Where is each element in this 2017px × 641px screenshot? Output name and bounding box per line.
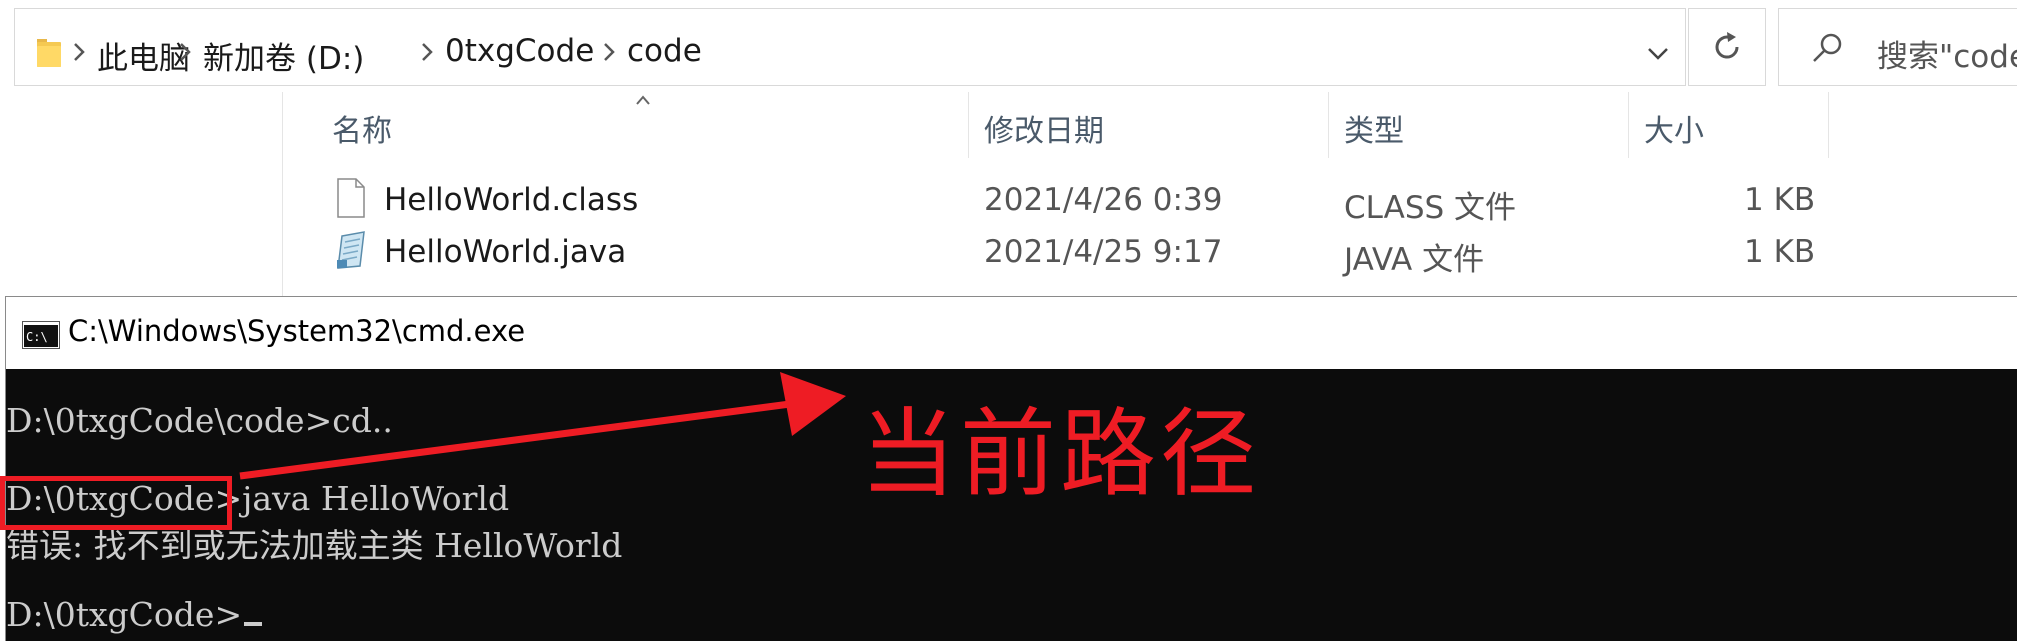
java-file-icon — [337, 231, 365, 269]
console-line: D:\0txgCode\code>cd.. — [6, 401, 393, 440]
file-size: 1 KB — [1744, 182, 1816, 218]
refresh-icon — [1715, 32, 1739, 59]
svg-text:C:\: C:\ — [26, 330, 48, 344]
chevron-right-icon[interactable] — [69, 41, 89, 63]
sort-ascending-icon — [636, 95, 650, 105]
text-cursor — [244, 622, 263, 626]
chevron-right-icon[interactable] — [599, 41, 619, 63]
console-prompt-line: D:\0txgCode> — [6, 595, 263, 634]
column-header-type[interactable]: 类型 — [1344, 106, 1404, 150]
file-size: 1 KB — [1744, 234, 1816, 270]
file-name: HelloWorld.class — [384, 182, 639, 218]
column-divider[interactable] — [1328, 92, 1329, 158]
breadcrumb-0txgcode[interactable]: 0txgCode — [445, 33, 594, 69]
file-type: CLASS 文件 — [1344, 190, 1517, 226]
file-type: JAVA 文件 — [1344, 242, 1485, 278]
cmd-title: C:\Windows\System32\cmd.exe — [68, 314, 526, 348]
navigation-pane — [0, 92, 283, 296]
file-modified: 2021/4/26 0:39 — [984, 182, 1223, 218]
annotation-label: 当前路径 — [860, 398, 1260, 510]
column-divider[interactable] — [1828, 92, 1829, 158]
column-divider[interactable] — [1628, 92, 1629, 158]
column-header-size[interactable]: 大小 — [1644, 106, 1704, 150]
search-box[interactable]: 搜索"code" — [1778, 8, 2017, 86]
refresh-button[interactable] — [1688, 8, 1766, 86]
search-placeholder: 搜索"code" — [1877, 39, 2017, 75]
column-header-modified[interactable]: 修改日期 — [984, 106, 1104, 150]
search-icon — [1813, 33, 1842, 62]
file-row[interactable]: HelloWorld.java 2021/4/25 9:17 JAVA 文件 1… — [330, 228, 1830, 278]
breadcrumb-drive-d[interactable]: 新加卷 (D:) — [203, 33, 364, 78]
cmd-title-bar[interactable]: C:\ C:\Windows\System32\cmd.exe — [6, 297, 2017, 369]
cmd-icon: C:\ — [22, 321, 60, 349]
column-header-name[interactable]: 名称 — [332, 106, 392, 150]
chevron-down-icon[interactable] — [1643, 39, 1673, 69]
column-divider[interactable] — [968, 92, 969, 158]
breadcrumb-code[interactable]: code — [627, 33, 702, 69]
address-bar[interactable]: 此电脑 新加卷 (D:) 0txgCode code — [14, 8, 1686, 86]
blank-file-icon — [337, 178, 365, 218]
chevron-right-icon[interactable] — [175, 41, 195, 63]
file-name: HelloWorld.java — [384, 234, 627, 270]
file-row[interactable]: HelloWorld.class 2021/4/26 0:39 CLASS 文件… — [330, 176, 1830, 226]
file-explorer-window: 此电脑 新加卷 (D:) 0txgCode code 搜索"code" 名称 修… — [0, 0, 2017, 296]
folder-icon — [37, 39, 61, 67]
console-prompt: D:\0txgCode> — [6, 595, 243, 634]
file-modified: 2021/4/25 9:17 — [984, 234, 1223, 270]
chevron-right-icon[interactable] — [417, 41, 437, 63]
current-path-highlight — [0, 476, 232, 530]
